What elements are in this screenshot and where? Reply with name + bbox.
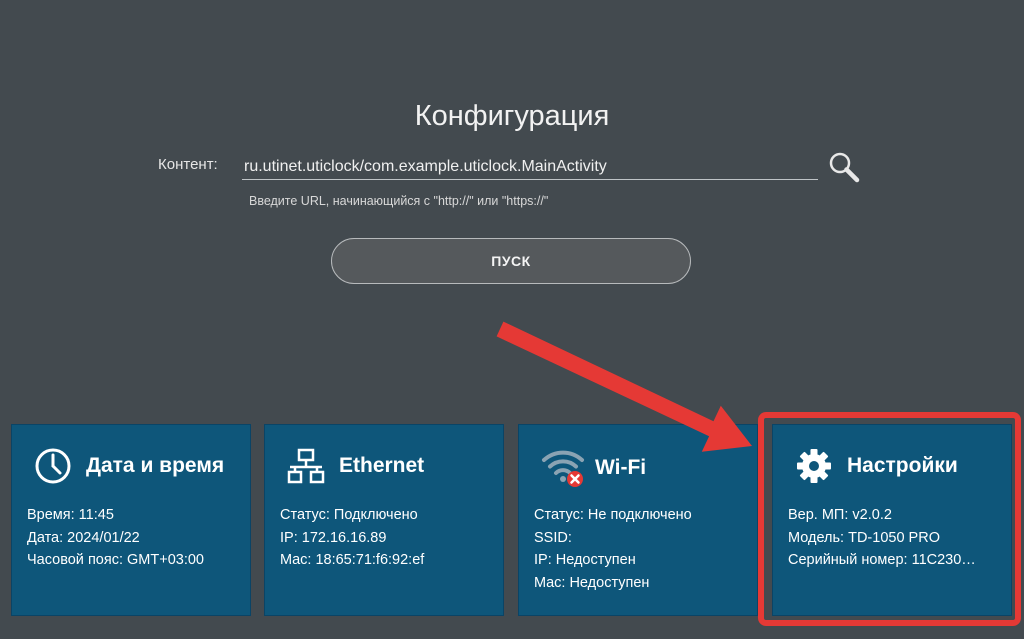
- wifi-ip: IP: Недоступен: [534, 552, 636, 568]
- tile-datetime[interactable]: Дата и время Время: 11:45 Дата: 2024/01/…: [11, 424, 251, 616]
- tile-wifi[interactable]: Wi-Fi Статус: Не подключено SSID: IP: Не…: [518, 424, 758, 616]
- datetime-date: Дата: 2024/01/22: [27, 529, 140, 546]
- settings-model: Модель: TD-1050 PRO: [788, 529, 940, 546]
- clock-icon: [35, 448, 71, 484]
- tile-ethernet-info: Статус: Подключено IP: 172.16.16.89 Mac:…: [280, 504, 424, 572]
- start-button[interactable]: ПУСК: [331, 238, 691, 284]
- tile-wifi-header: Wi-Fi: [541, 447, 646, 489]
- settings-serial-number: Серийный номер: 11С230…: [788, 552, 976, 568]
- tile-ethernet-header: Ethernet: [287, 447, 424, 485]
- tile-settings-title: Настройки: [847, 454, 958, 477]
- content-url-input[interactable]: [242, 154, 818, 180]
- tile-datetime-info: Время: 11:45 Дата: 2024/01/22 Часовой по…: [27, 504, 204, 572]
- settings-firmware-version: Вер. МП: v2.0.2: [788, 507, 892, 523]
- tile-ethernet[interactable]: Ethernet Статус: Подключено IP: 172.16.1…: [264, 424, 504, 616]
- ethernet-status: Статус: Подключено: [280, 507, 418, 523]
- tile-wifi-title: Wi-Fi: [595, 456, 647, 479]
- gear-icon: [797, 449, 831, 483]
- page-title: Конфигурация: [414, 100, 610, 132]
- ethernet-mac: Mac: 18:65:71:f6:92:ef: [280, 552, 425, 568]
- content-label: Контент:: [158, 156, 218, 173]
- url-hint: Введите URL, начинающийся с "http://" ил…: [249, 194, 549, 208]
- wifi-off-icon: [542, 450, 584, 487]
- datetime-timezone: Часовой пояс: GMT+03:00: [27, 552, 204, 568]
- tile-datetime-title: Дата и время: [86, 454, 225, 477]
- wifi-mac: Mac: Недоступен: [534, 574, 650, 591]
- tile-settings-info: Вер. МП: v2.0.2 Модель: TD-1050 PRO Сери…: [788, 504, 976, 572]
- wifi-ssid: SSID:: [534, 529, 572, 546]
- tile-settings[interactable]: Настройки Вер. МП: v2.0.2 Модель: TD-105…: [772, 424, 1012, 616]
- tile-datetime-header: Дата и время: [34, 447, 224, 485]
- tile-ethernet-title: Ethernet: [339, 454, 425, 477]
- search-button[interactable]: [826, 150, 862, 184]
- network-icon: [287, 448, 325, 484]
- wifi-status: Статус: Не подключено: [534, 507, 692, 523]
- tile-wifi-info: Статус: Не подключено SSID: IP: Недоступ…: [534, 504, 692, 594]
- datetime-time: Время: 11:45: [27, 507, 114, 523]
- ethernet-ip: IP: 172.16.16.89: [280, 529, 387, 546]
- tile-settings-header: Настройки: [795, 447, 958, 485]
- search-icon: [829, 152, 860, 183]
